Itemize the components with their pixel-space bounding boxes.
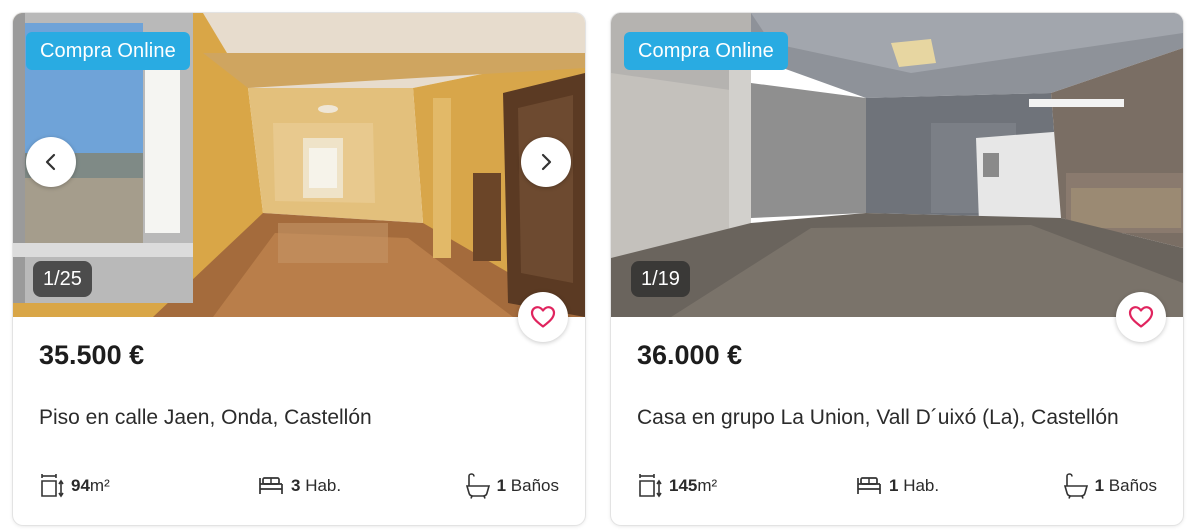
listing-card[interactable]: Compra Online 1/25 35.500 € Piso en call… (13, 13, 585, 525)
property-photo[interactable]: Compra Online 1/25 (13, 13, 585, 317)
heart-outline-icon (530, 306, 556, 328)
area-feature: 94 m² (39, 471, 110, 501)
baths-unit: Baños (1108, 476, 1157, 495)
heart-outline-icon (1128, 306, 1154, 328)
area-value: 145 (669, 476, 698, 495)
rooms-unit: Hab. (305, 476, 342, 495)
area-unit: m² (697, 476, 718, 495)
listing-card[interactable]: Compra Online 1/19 36.000 € Casa en grup… (611, 13, 1183, 525)
previous-photo-button[interactable] (26, 137, 76, 187)
rooms-value: 3 (291, 476, 301, 495)
photo-counter: 1/25 (33, 261, 92, 297)
baths-unit: Baños (510, 476, 559, 495)
bed-icon (259, 477, 283, 494)
bed-icon (857, 477, 881, 494)
favorite-button[interactable] (518, 292, 568, 342)
compra-online-badge: Compra Online (624, 32, 788, 70)
property-photo[interactable]: Compra Online 1/19 (611, 13, 1183, 317)
baths-feature: 1 Baños (465, 471, 559, 501)
listing-title[interactable]: Piso en calle Jaen, Onda, Castellón (39, 406, 372, 430)
favorite-button[interactable] (1116, 292, 1166, 342)
bathtub-icon (1063, 473, 1088, 499)
area-feature: 145 m² (637, 471, 717, 501)
baths-value: 1 (1094, 476, 1105, 495)
chevron-left-icon (45, 153, 56, 171)
rooms-unit: Hab. (903, 476, 940, 495)
next-photo-button[interactable] (521, 137, 571, 187)
chevron-right-icon (541, 153, 552, 171)
area-unit: m² (89, 476, 110, 495)
price: 35.500 € (39, 340, 145, 370)
baths-value: 1 (496, 476, 507, 495)
area-value: 94 (71, 476, 90, 495)
price: 36.000 € (637, 340, 743, 370)
area-icon (41, 474, 64, 498)
area-icon (639, 474, 662, 498)
features-row: 94 m² 3 Hab. 1 Baños (39, 471, 559, 501)
photo-counter: 1/19 (631, 261, 690, 297)
baths-feature: 1 Baños (1063, 471, 1157, 501)
features-row: 145 m² 1 Hab. 1 Baños (637, 471, 1157, 501)
bathtub-icon (465, 473, 490, 499)
rooms-value: 1 (889, 476, 899, 495)
listing-title[interactable]: Casa en grupo La Union, Vall D´uixó (La)… (637, 406, 1119, 430)
rooms-feature: 3 Hab. (257, 471, 341, 501)
rooms-feature: 1 Hab. (855, 471, 939, 501)
compra-online-badge: Compra Online (26, 32, 190, 70)
